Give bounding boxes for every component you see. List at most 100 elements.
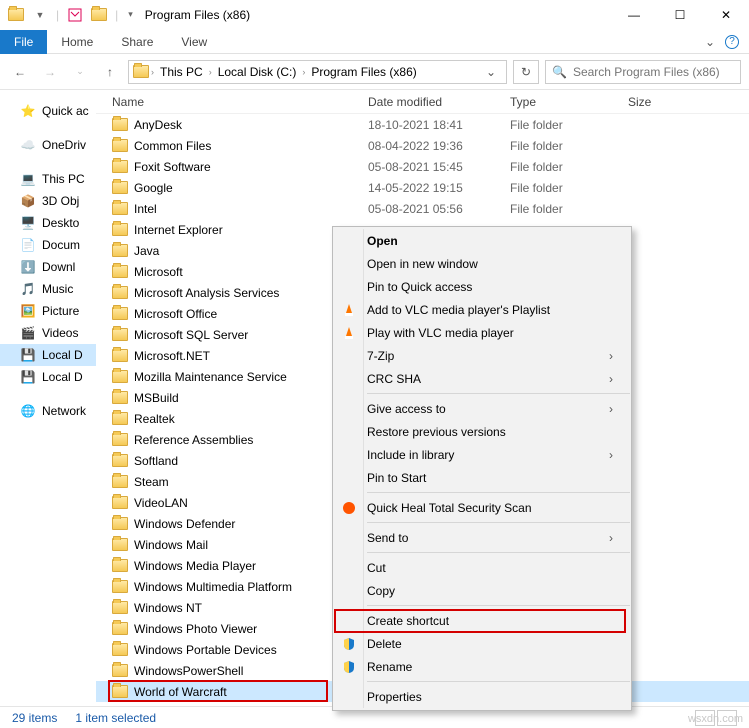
sidebar-label: Local D — [42, 348, 83, 362]
menu-separator — [367, 605, 630, 606]
folder-name: Internet Explorer — [134, 223, 223, 237]
menu-7zip[interactable]: 7-Zip› — [333, 344, 631, 367]
refresh-button[interactable]: ↻ — [513, 60, 539, 84]
folder-name: Windows Photo Viewer — [134, 622, 257, 636]
sidebar-downloads[interactable]: ⬇️Downl — [0, 256, 96, 278]
menu-crc-sha[interactable]: CRC SHA› — [333, 367, 631, 390]
search-input[interactable] — [573, 65, 734, 79]
folder-name: Google — [134, 181, 173, 195]
tab-view[interactable]: View — [167, 31, 221, 53]
address-bar[interactable]: › This PC › Local Disk (C:) › Program Fi… — [128, 60, 507, 84]
folder-name: AnyDesk — [134, 118, 182, 132]
sidebar-documents[interactable]: 📄Docum — [0, 234, 96, 256]
maximize-button[interactable]: ☐ — [657, 0, 703, 30]
menu-quickheal-scan[interactable]: Quick Heal Total Security Scan — [333, 496, 631, 519]
sidebar-local-disk-2[interactable]: 💾Local D — [0, 366, 96, 388]
tab-home[interactable]: Home — [47, 31, 107, 53]
sidebar-videos[interactable]: 🎬Videos — [0, 322, 96, 344]
breadcrumb-folder[interactable]: Program Files (x86) — [307, 65, 420, 79]
ribbon-expand-icon[interactable]: ⌄ — [705, 35, 715, 49]
menu-open[interactable]: Open — [333, 229, 631, 252]
sidebar-quick-access[interactable]: ⭐Quick ac — [0, 100, 96, 122]
sidebar-network[interactable]: 🌐Network — [0, 400, 96, 422]
folder-name: Windows Mail — [134, 538, 208, 552]
menu-pin-start[interactable]: Pin to Start — [333, 466, 631, 489]
folder-name: Windows Media Player — [134, 559, 256, 573]
breadcrumb-thispc[interactable]: This PC — [156, 65, 207, 79]
submenu-arrow-icon: › — [609, 349, 613, 363]
folder-row[interactable]: AnyDesk18-10-2021 18:41File folder — [96, 114, 749, 135]
menu-pin-quick-access[interactable]: Pin to Quick access — [333, 275, 631, 298]
sidebar-onedrive[interactable]: ☁️OneDriv — [0, 134, 96, 156]
file-menu[interactable]: File — [0, 30, 47, 54]
document-icon: 📄 — [20, 237, 36, 253]
menu-copy[interactable]: Copy — [333, 579, 631, 602]
chevron-right-icon[interactable]: › — [302, 67, 305, 77]
qat-down-icon[interactable]: ▼ — [32, 7, 48, 23]
download-icon: ⬇️ — [20, 259, 36, 275]
menu-give-access[interactable]: Give access to› — [333, 397, 631, 420]
sidebar-label: Videos — [42, 326, 78, 340]
folder-type: File folder — [510, 160, 628, 174]
menu-delete[interactable]: Delete — [333, 632, 631, 655]
sidebar-this-pc[interactable]: 💻This PC — [0, 168, 96, 190]
sidebar-music[interactable]: 🎵Music — [0, 278, 96, 300]
chevron-right-icon[interactable]: › — [209, 67, 212, 77]
folder-name: Microsoft Analysis Services — [134, 286, 279, 300]
sidebar-3d-objects[interactable]: 📦3D Obj — [0, 190, 96, 212]
menu-properties[interactable]: Properties — [333, 685, 631, 708]
close-button[interactable]: ✕ — [703, 0, 749, 30]
menu-include-library[interactable]: Include in library› — [333, 443, 631, 466]
folder-icon — [112, 601, 128, 614]
chevron-right-icon[interactable]: › — [151, 67, 154, 77]
qat-sep2: | — [115, 8, 118, 22]
column-type[interactable]: Type — [510, 95, 628, 109]
sidebar-desktop[interactable]: 🖥️Deskto — [0, 212, 96, 234]
help-icon[interactable]: ? — [725, 35, 739, 49]
breadcrumb-drive[interactable]: Local Disk (C:) — [214, 65, 301, 79]
column-size[interactable]: Size — [628, 95, 708, 109]
title-bar: ▼ | | ▾ Program Files (x86) — ☐ ✕ — [0, 0, 749, 30]
folder-icon — [112, 475, 128, 488]
folder-row[interactable]: Foxit Software05-08-2021 15:45File folde… — [96, 156, 749, 177]
folder-name: Microsoft SQL Server — [134, 328, 248, 342]
search-icon: 🔍 — [552, 65, 567, 79]
sidebar-label: Local D — [42, 370, 83, 384]
menu-vlc-add[interactable]: Add to VLC media player's Playlist — [333, 298, 631, 321]
minimize-button[interactable]: — — [611, 0, 657, 30]
menu-create-shortcut[interactable]: Create shortcut — [333, 609, 631, 632]
desktop-icon: 🖥️ — [20, 215, 36, 231]
menu-rename[interactable]: Rename — [333, 655, 631, 678]
menu-vlc-play[interactable]: Play with VLC media player — [333, 321, 631, 344]
qat-folder-icon[interactable] — [91, 7, 107, 23]
menu-open-new-window[interactable]: Open in new window — [333, 252, 631, 275]
column-date[interactable]: Date modified — [368, 95, 510, 109]
menu-send-to[interactable]: Send to› — [333, 526, 631, 549]
forward-button[interactable]: → — [38, 60, 62, 84]
qat-overflow-icon[interactable]: ▾ — [128, 9, 133, 20]
computer-icon: 💻 — [20, 171, 36, 187]
music-icon: 🎵 — [20, 281, 36, 297]
back-button[interactable]: ← — [8, 60, 32, 84]
history-dropdown[interactable]: ⌄ — [68, 60, 92, 84]
sidebar-label: Quick ac — [42, 104, 89, 118]
folder-row[interactable]: Common Files08-04-2022 19:36File folder — [96, 135, 749, 156]
menu-cut[interactable]: Cut — [333, 556, 631, 579]
sidebar-local-disk[interactable]: 💾Local D — [0, 344, 96, 366]
window-title: Program Files (x86) — [145, 8, 250, 22]
folder-row[interactable]: Intel05-08-2021 05:56File folder — [96, 198, 749, 219]
address-dropdown-icon[interactable]: ⌄ — [480, 65, 502, 79]
menu-restore-versions[interactable]: Restore previous versions — [333, 420, 631, 443]
search-box[interactable]: 🔍 — [545, 60, 741, 84]
sidebar-pictures[interactable]: 🖼️Picture — [0, 300, 96, 322]
vlc-icon — [341, 325, 357, 341]
tab-share[interactable]: Share — [107, 31, 167, 53]
menu-separator — [367, 393, 630, 394]
menu-separator — [367, 522, 630, 523]
folder-row[interactable]: Google14-05-2022 19:15File folder — [96, 177, 749, 198]
menu-label: Restore previous versions — [367, 425, 506, 439]
folder-date: 18-10-2021 18:41 — [368, 118, 510, 132]
column-name[interactable]: Name — [112, 95, 368, 109]
properties-icon[interactable] — [67, 7, 83, 23]
up-button[interactable]: ↑ — [98, 60, 122, 84]
